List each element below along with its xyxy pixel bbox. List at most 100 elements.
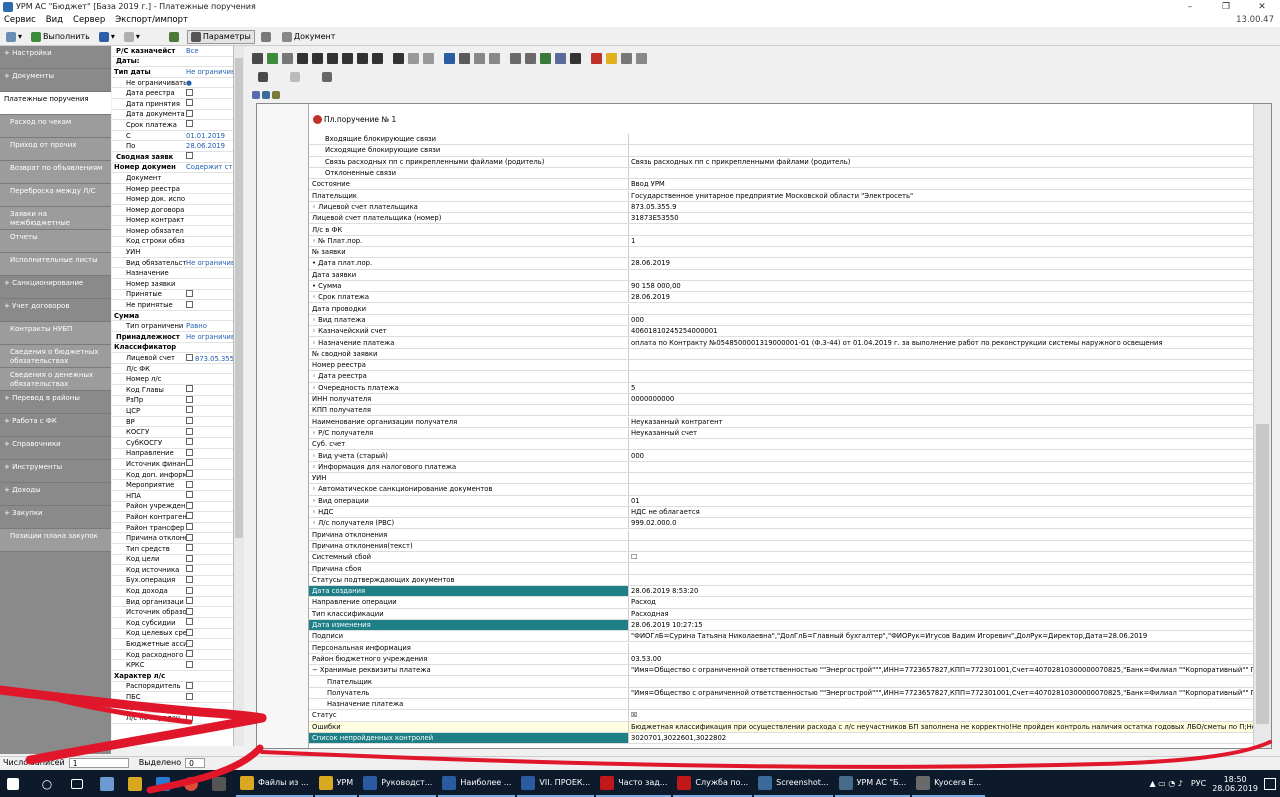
filter-value[interactable] — [186, 427, 233, 437]
taskbar-app[interactable]: Руководст... — [359, 770, 437, 797]
property-value[interactable] — [629, 349, 1253, 359]
filter-checkbox[interactable] — [186, 618, 193, 626]
property-value[interactable]: 000 — [629, 315, 1253, 325]
property-value[interactable] — [629, 676, 1253, 686]
filter-row[interactable]: По 28.06.2019 — [112, 141, 233, 152]
filter-row[interactable]: Распорядитель — [112, 681, 233, 693]
property-row[interactable]: ◦ Автоматическое санкционирование докуме… — [309, 484, 1253, 496]
property-value[interactable] — [629, 168, 1253, 178]
filter-row[interactable]: Вид обязательст Не ограничив — [112, 258, 233, 269]
toolbar-icon[interactable] — [252, 52, 263, 64]
collapse-icon[interactable] — [262, 91, 270, 99]
filter-checkbox[interactable] — [186, 448, 193, 456]
filter-row[interactable]: Код Главы — [112, 385, 233, 396]
property-row[interactable]: ◦ Казначейский счет 40601810245254000001 — [309, 326, 1253, 338]
property-row[interactable]: ◦ Вид учета (старый) 000 — [309, 450, 1253, 462]
toolbar-icon[interactable] — [606, 52, 617, 64]
filter-checkbox[interactable] — [186, 353, 193, 361]
property-value[interactable]: 28.06.2019 — [629, 292, 1253, 302]
property-value[interactable] — [629, 145, 1253, 155]
filter-value[interactable] — [186, 713, 233, 723]
taskbar-app[interactable]: Служба по... — [673, 770, 753, 797]
filter-row[interactable]: Мероприятие — [112, 480, 233, 491]
filter-checkbox[interactable] — [186, 88, 193, 96]
nav-item[interactable]: Сведения о денежных обязательствах — [0, 368, 111, 391]
filter-checkbox[interactable] — [186, 417, 193, 425]
property-value[interactable] — [629, 405, 1253, 415]
nav-item[interactable]: Контракты НУБП — [0, 322, 111, 345]
filter-row[interactable]: Код доп. информ — [112, 470, 233, 481]
property-value[interactable] — [629, 473, 1253, 483]
property-value[interactable] — [629, 247, 1253, 257]
taskbar-app[interactable]: Screenshot... — [754, 770, 833, 797]
property-value[interactable]: Бюджетная классификация при осуществлени… — [629, 722, 1253, 732]
property-row[interactable]: ◦ Р/С получателя Неуказанный счет — [309, 427, 1253, 440]
property-row[interactable]: Суб. счет — [309, 439, 1253, 451]
property-row[interactable]: ◦ Назначение платежа оплата по Контракту … — [309, 337, 1253, 349]
property-row[interactable]: Системный сбой ☐ — [309, 552, 1253, 564]
property-row[interactable]: Л/с в ФК — [309, 224, 1253, 236]
filter-checkbox[interactable] — [186, 575, 193, 583]
filter-row[interactable]: Номер договора — [112, 205, 233, 216]
property-row[interactable]: ◦ Срок платежа 28.06.2019 — [309, 292, 1253, 304]
filter-checkbox[interactable] — [186, 544, 193, 552]
property-value[interactable]: Неуказанный счет — [629, 428, 1253, 438]
filter-row[interactable]: ЦСР — [112, 406, 233, 417]
filter-value[interactable] — [186, 417, 233, 426]
property-value[interactable] — [629, 360, 1253, 370]
property-value[interactable]: "ФИОГлБ=Сурина Татьяна Николаевна","ДолГ… — [629, 631, 1253, 641]
back-button[interactable]: ▾ — [96, 30, 118, 44]
property-row[interactable]: Статусы подтверждающих документов — [309, 574, 1253, 586]
filter-value[interactable]: 28.06.2019 — [186, 142, 233, 150]
filter-row[interactable]: Номер док. испо — [112, 194, 233, 205]
filter-value[interactable] — [186, 470, 233, 479]
filter-value[interactable] — [186, 459, 233, 468]
filter-row[interactable]: Код источника — [112, 565, 233, 576]
filter-checkbox[interactable] — [186, 406, 193, 414]
property-value[interactable]: 40601810245254000001 — [629, 326, 1253, 336]
filter-row[interactable]: Л/с по передач — [112, 713, 233, 724]
filter-checkbox[interactable] — [186, 586, 193, 594]
property-row[interactable]: • Сумма 90 158 000,00 — [309, 280, 1253, 293]
filter-value[interactable] — [186, 491, 233, 500]
filter-value[interactable] — [186, 152, 233, 161]
filter-row[interactable]: Район учрежден — [112, 501, 233, 513]
filter-row[interactable]: Дата документа — [112, 109, 233, 121]
notifications-icon[interactable] — [1264, 777, 1276, 790]
filter-value[interactable] — [186, 523, 233, 532]
property-value[interactable]: 999.02.000.0 — [629, 518, 1253, 528]
property-value[interactable]: Государственное унитарное предприятие Мо… — [629, 191, 1253, 201]
filter-value[interactable] — [186, 406, 233, 415]
check-button[interactable] — [258, 30, 276, 44]
filter-row[interactable]: ВР — [112, 417, 233, 428]
filter-row[interactable]: Вид организаци — [112, 597, 233, 608]
property-row[interactable]: Район бюджетного учреждения 03.53.00 — [309, 653, 1253, 666]
property-row[interactable]: Направление операции Расход — [309, 597, 1253, 609]
property-row[interactable]: Причина сбоя — [309, 563, 1253, 575]
filter-value[interactable]: 873.05.355 — [186, 353, 233, 363]
filter-row[interactable]: Район контрагент — [112, 512, 233, 523]
filter-checkbox[interactable] — [186, 109, 193, 117]
property-row[interactable]: ИНН получателя 0000000000 — [309, 393, 1253, 406]
filter-row[interactable]: Номер докумен Содержит стр — [112, 163, 233, 174]
filter-row[interactable]: Номер реестра — [112, 184, 233, 195]
filter-row[interactable]: Дата принятия — [112, 99, 233, 110]
filter-checkbox[interactable] — [186, 639, 193, 647]
search-button[interactable]: ○ — [32, 770, 62, 797]
filter-row[interactable]: КРКС — [112, 660, 233, 672]
property-value[interactable]: ☒ — [629, 710, 1253, 720]
toolbar-icon[interactable] — [327, 52, 338, 64]
filter-value[interactable] — [186, 109, 233, 119]
filter-value[interactable] — [186, 586, 233, 596]
filter-value[interactable]: Равно — [186, 322, 233, 330]
run-button[interactable]: Выполнить — [28, 30, 93, 44]
taskbar-app[interactable]: VII. ПРОЕК... — [517, 770, 595, 797]
params-button[interactable]: Параметры — [186, 29, 255, 44]
property-row[interactable]: УИН — [309, 473, 1253, 485]
filter-value[interactable]: Не ограничив — [186, 259, 233, 267]
filter-value[interactable] — [186, 501, 233, 511]
filter-row[interactable]: Код строки обяз — [112, 237, 233, 248]
filter-value[interactable] — [186, 660, 233, 670]
property-row[interactable]: ◦ Вид операции 01 — [309, 495, 1253, 507]
property-row[interactable]: Плательщик Государственное унитарное пред… — [309, 190, 1253, 202]
